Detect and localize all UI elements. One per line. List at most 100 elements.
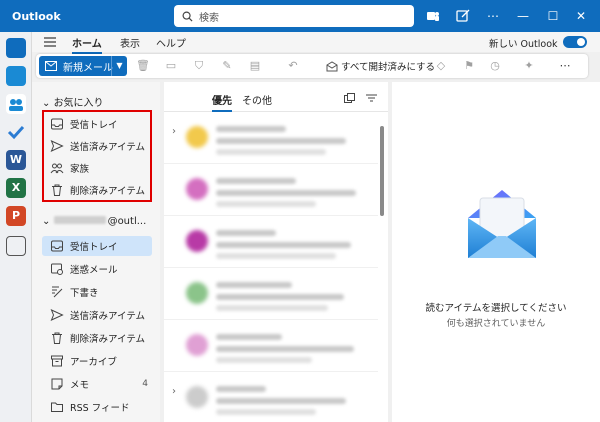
snooze-icon[interactable]: ◷	[488, 59, 502, 73]
chevron-right-icon[interactable]: ›	[172, 126, 176, 137]
favorites-header-label: お気に入り	[53, 98, 104, 109]
folder-rss-feeds[interactable]: RSS フィード	[50, 397, 130, 417]
word-app-icon[interactable]: W	[6, 150, 26, 170]
message-row[interactable]	[164, 166, 378, 216]
excel-app-icon[interactable]: X	[6, 178, 26, 198]
favorite-inbox[interactable]: 受信トレイ	[50, 114, 118, 134]
folder-label: 下書き	[70, 288, 99, 299]
blurred-preview	[216, 409, 316, 415]
open-envelope-illustration-icon	[468, 190, 536, 258]
blurred-sender	[216, 126, 286, 132]
folder-sent-items[interactable]: 送信済みアイテム	[50, 305, 145, 325]
report-icon[interactable]: ⛉	[192, 59, 206, 73]
favorites-header[interactable]: ⌄ お気に入り	[42, 94, 104, 109]
folder-icon	[51, 402, 63, 412]
blurred-sender	[216, 334, 282, 340]
draft-icon	[52, 286, 63, 298]
message-row[interactable]	[164, 270, 378, 320]
tab-focused[interactable]: 優先	[212, 92, 232, 112]
folder-label: 送信済みアイテム	[70, 311, 146, 322]
folder-notes[interactable]: メモ 4	[50, 374, 160, 394]
compose-note-icon[interactable]	[455, 8, 471, 24]
junk-icon	[51, 263, 63, 275]
favorite-family[interactable]: 家族	[50, 158, 89, 178]
blurred-sender	[216, 386, 266, 392]
folder-drafts[interactable]: 下書き	[50, 282, 99, 302]
mail-app-icon[interactable]	[6, 38, 26, 58]
folder-inbox[interactable]: 受信トレイ	[42, 236, 152, 256]
blurred-subject	[216, 294, 344, 300]
todo-app-icon[interactable]	[6, 122, 26, 142]
calendar-app-icon[interactable]	[6, 66, 26, 86]
scrollbar[interactable]	[380, 126, 384, 216]
reading-pane: 読むアイテムを選択してください 何も選択されていません	[392, 82, 600, 422]
undo-icon[interactable]: ↶	[286, 59, 300, 73]
archive-icon[interactable]: ▭	[164, 59, 178, 73]
flag-icon[interactable]: ⚑	[462, 59, 476, 73]
send-icon	[50, 140, 64, 152]
ribbon-tab-bar: ホーム 表示 ヘルプ 新しい Outlook	[32, 32, 600, 54]
folder-junk[interactable]: 迷惑メール	[50, 259, 118, 279]
ribbon-toolbar: 新規メール ▼ 🗑 ▭ ⛉ ✎ ▤ ↶ すべて開封済みにする ◇ ⚑ ◷ ✦ ⋯	[36, 54, 588, 78]
blurred-subject	[216, 242, 351, 248]
tab-home[interactable]: ホーム	[72, 35, 102, 54]
message-row[interactable]: ›	[164, 374, 378, 422]
chevron-right-icon[interactable]: ›	[172, 386, 176, 397]
apps-grid-icon[interactable]	[6, 236, 26, 256]
folder-archive[interactable]: アーカイブ	[50, 351, 117, 371]
blurred-preview	[216, 305, 328, 311]
filter-icon[interactable]	[366, 94, 377, 102]
empty-state-subtitle: 何も選択されていません	[446, 319, 546, 329]
message-row[interactable]	[164, 218, 378, 268]
new-outlook-toggle[interactable]	[563, 36, 587, 48]
new-mail-label: 新規メール	[63, 62, 113, 74]
select-mode-icon[interactable]	[344, 93, 355, 103]
trash-icon	[52, 184, 62, 196]
new-outlook-label: 新しい Outlook	[489, 39, 558, 50]
people-app-icon[interactable]	[6, 94, 26, 114]
pin-icon[interactable]: ✦	[522, 59, 536, 73]
folder-deleted-items[interactable]: 削除済みアイテム	[50, 328, 145, 348]
minimize-icon[interactable]: —	[512, 6, 534, 26]
tab-other[interactable]: その他	[242, 92, 272, 107]
blurred-subject	[216, 398, 346, 404]
tab-help[interactable]: ヘルプ	[156, 35, 186, 50]
app-title: Outlook	[12, 9, 61, 23]
favorite-label: 受信トレイ	[70, 120, 118, 131]
teams-icon[interactable]	[425, 8, 441, 24]
move-to-icon[interactable]: ▤	[248, 59, 262, 73]
search-placeholder: 検索	[199, 12, 219, 24]
avatar	[186, 178, 208, 200]
hamburger-menu-icon[interactable]	[44, 37, 56, 47]
folder-pane: ⌄ お気に入り 受信トレイ 送信済みアイテム 家族 削除済みアイテム ⌄ @ou…	[32, 82, 160, 422]
message-list-header: 優先 その他	[164, 82, 388, 112]
new-mail-button[interactable]: 新規メール ▼	[39, 56, 127, 76]
app-rail: W X P	[0, 32, 32, 422]
chevron-down-icon[interactable]: ▼	[111, 56, 127, 76]
maximize-icon[interactable]: ☐	[542, 6, 564, 26]
note-icon	[51, 378, 63, 390]
search-icon	[182, 11, 193, 22]
inbox-icon	[51, 118, 63, 130]
account-header[interactable]: ⌄ @outl...	[42, 216, 146, 227]
more-icon[interactable]: ⋯	[482, 6, 504, 26]
blurred-preview	[216, 201, 316, 207]
favorite-sent-items[interactable]: 送信済みアイテム	[50, 136, 145, 156]
search-input[interactable]: 検索	[174, 5, 414, 27]
delete-icon[interactable]: 🗑	[136, 59, 150, 73]
favorite-label: 送信済みアイテム	[70, 142, 146, 153]
folder-label: 迷惑メール	[70, 265, 118, 276]
message-list: 優先 その他 › ›	[164, 82, 388, 422]
message-row[interactable]	[164, 322, 378, 372]
favorite-deleted-items[interactable]: 削除済みアイテム	[50, 180, 145, 200]
avatar	[186, 230, 208, 252]
tag-icon[interactable]: ◇	[434, 59, 448, 73]
tab-view[interactable]: 表示	[120, 35, 140, 50]
close-icon[interactable]: ✕	[570, 6, 592, 26]
blurred-subject	[216, 346, 354, 352]
message-row[interactable]: ›	[164, 114, 378, 164]
sweep-icon[interactable]: ✎	[220, 59, 234, 73]
powerpoint-app-icon[interactable]: P	[6, 206, 26, 226]
mark-all-read-button[interactable]: すべて開封済みにする	[326, 59, 435, 73]
more-options-icon[interactable]: ⋯	[558, 59, 572, 73]
